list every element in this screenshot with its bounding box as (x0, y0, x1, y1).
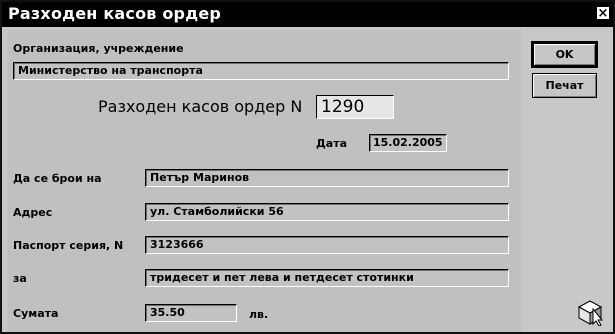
order-number-field[interactable]: 1290 (316, 95, 394, 119)
purpose-field[interactable]: тридесет и пет лева и петдесет стотинки (145, 269, 509, 287)
organization-label: Организация, учреждение (13, 42, 184, 55)
cursor-cube-icon (576, 298, 608, 327)
order-heading: Разходен касов ордер N (98, 97, 303, 116)
title-bar[interactable]: Разходен касов ордер × (2, 2, 613, 27)
currency-label: лв. (249, 308, 269, 321)
button-panel: OK Печат (521, 30, 613, 332)
form-panel: Организация, учреждение Министерство на … (8, 30, 522, 332)
amount-field[interactable]: 35.50 (145, 304, 237, 322)
date-label: Дата (316, 137, 348, 150)
payee-label: Да се брои на (13, 172, 102, 185)
window-title: Разходен касов ордер (8, 4, 222, 23)
payee-field[interactable]: Петър Маринов (145, 169, 509, 187)
close-icon: × (597, 6, 609, 21)
ok-button[interactable]: OK (531, 41, 598, 68)
print-button[interactable]: Печат (532, 73, 597, 98)
purpose-label: за (13, 272, 27, 285)
organization-field[interactable]: Министерство на транспорта (13, 62, 509, 80)
date-field[interactable]: 15.02.2005 (369, 134, 447, 152)
address-field[interactable]: ул. Стамболийски 56 (145, 203, 509, 221)
passport-label: Паспорт серия, N (13, 239, 124, 252)
address-label: Адрес (13, 206, 53, 219)
close-button[interactable]: × (596, 6, 610, 20)
dialog-window: Разходен касов ордер × Организация, учре… (0, 0, 615, 334)
amount-label: Сумата (13, 307, 59, 320)
passport-field[interactable]: 3123666 (145, 236, 509, 254)
